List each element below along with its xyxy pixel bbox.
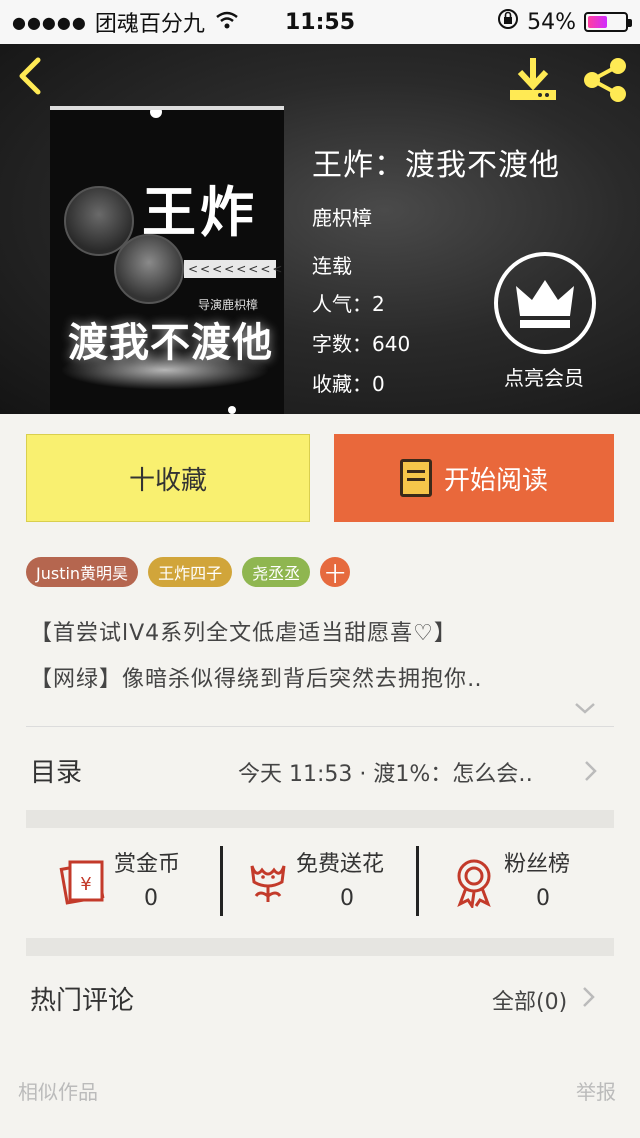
start-reading-label: 开始阅读 [443, 465, 548, 496]
report-link[interactable]: 举报 [576, 1076, 616, 1105]
fan-ranking-button[interactable]: 粉丝榜 0 [448, 846, 598, 918]
cover-bar: <<<<<<<<<< [184, 260, 284, 278]
toc-latest-chapter[interactable]: 今天 11:53 · 渡1%：怎么会‥ [238, 756, 533, 788]
send-flower-label: 免费送花 [296, 852, 385, 877]
description-line: 【首尝试lV4系列全文低虐适当甜愿喜♡】 [30, 621, 457, 646]
back-button[interactable] [14, 56, 54, 96]
send-flower-value: 0 [340, 886, 354, 911]
book-word-count: 字数：640 [312, 332, 411, 356]
tag-list: Justin黄明昊 王炸四子 尧丞丞 十 [26, 557, 351, 587]
battery-fill [588, 16, 608, 28]
favorite-button-label: 十收藏 [128, 465, 207, 496]
hot-comments-label: 热门评论 [30, 986, 135, 1016]
svg-text:¥: ¥ [80, 874, 91, 895]
book-popularity: 人气：2 [312, 292, 385, 316]
tag-wangzha[interactable]: 王炸四子 [148, 557, 233, 587]
start-reading-button[interactable]: 开始阅读 [334, 434, 614, 522]
book-author[interactable]: 鹿枳樟 [312, 202, 372, 231]
rotation-lock-icon [497, 8, 519, 36]
fan-ranking-value: 0 [536, 886, 550, 911]
carrier-name: 团魂百分九 [94, 12, 205, 37]
chevron-right-icon[interactable] [578, 984, 598, 1010]
crown-icon [516, 280, 574, 328]
cover-dot [228, 406, 236, 414]
all-comments-link[interactable]: 全部(0) [492, 984, 567, 1016]
book-cover[interactable]: 王炸 <<<<<<<<<< 导演鹿枳樟 渡我不渡他 [50, 106, 284, 414]
battery-percent: 54% [527, 9, 576, 35]
flower-icon [242, 856, 294, 908]
add-tag-button[interactable]: 十 [320, 557, 351, 587]
vip-label[interactable]: 点亮会员 [504, 362, 584, 391]
divider [26, 726, 614, 727]
download-button[interactable] [506, 56, 560, 104]
reward-coins-button[interactable]: ¥ 赏金币 0 [56, 846, 216, 918]
download-icon [510, 58, 556, 100]
cover-title: 王炸 [142, 181, 258, 244]
divider [416, 846, 419, 916]
reward-coins-value: 0 [144, 886, 158, 911]
expand-button[interactable] [570, 696, 600, 720]
similar-works-link[interactable]: 相似作品 [18, 1076, 98, 1105]
book-header: 王炸 <<<<<<<<<< 导演鹿枳樟 渡我不渡他 王炸：渡我不渡他 鹿枳樟 连… [0, 44, 640, 414]
status-bar: ●●●●● 团魂百分九 11:55 54% [0, 0, 640, 44]
vip-button[interactable] [494, 252, 596, 354]
description-line: 【网绿】像暗杀似得绕到背后突然去拥抱你‥ [30, 667, 483, 692]
book-title: 王炸：渡我不渡他 [312, 148, 560, 183]
signal-strength: ●●●●● [12, 12, 87, 32]
tag-justin[interactable]: Justin黄明昊 [26, 557, 139, 587]
reward-coins-label: 赏金币 [114, 852, 181, 877]
back-arrow-icon [19, 57, 41, 95]
tag-yaochengcheng[interactable]: 尧丞丞 [242, 557, 311, 587]
book-status: 连载 [312, 254, 352, 278]
cover-subtitle: 渡我不渡他 [68, 320, 273, 366]
chevron-down-icon [575, 703, 595, 714]
red-envelope-icon: ¥ [56, 856, 108, 908]
status-right: 54% [497, 8, 632, 36]
share-button[interactable] [580, 56, 630, 104]
toc-label[interactable]: 目录 [30, 752, 82, 789]
chevron-right-icon[interactable] [580, 758, 600, 784]
divider [220, 846, 223, 916]
wifi-icon [215, 10, 239, 34]
section-gap [26, 938, 614, 956]
book-icon [399, 459, 432, 497]
fan-ranking-label: 粉丝榜 [504, 852, 571, 877]
medal-icon [448, 856, 500, 911]
send-flower-button[interactable]: 免费送花 0 [242, 846, 412, 918]
favorite-button[interactable]: 十收藏 [26, 434, 310, 522]
book-favorites: 收藏：0 [312, 372, 385, 396]
share-icon [584, 58, 626, 102]
section-gap [26, 810, 614, 828]
cover-dot [150, 110, 162, 118]
battery-icon [584, 12, 632, 32]
